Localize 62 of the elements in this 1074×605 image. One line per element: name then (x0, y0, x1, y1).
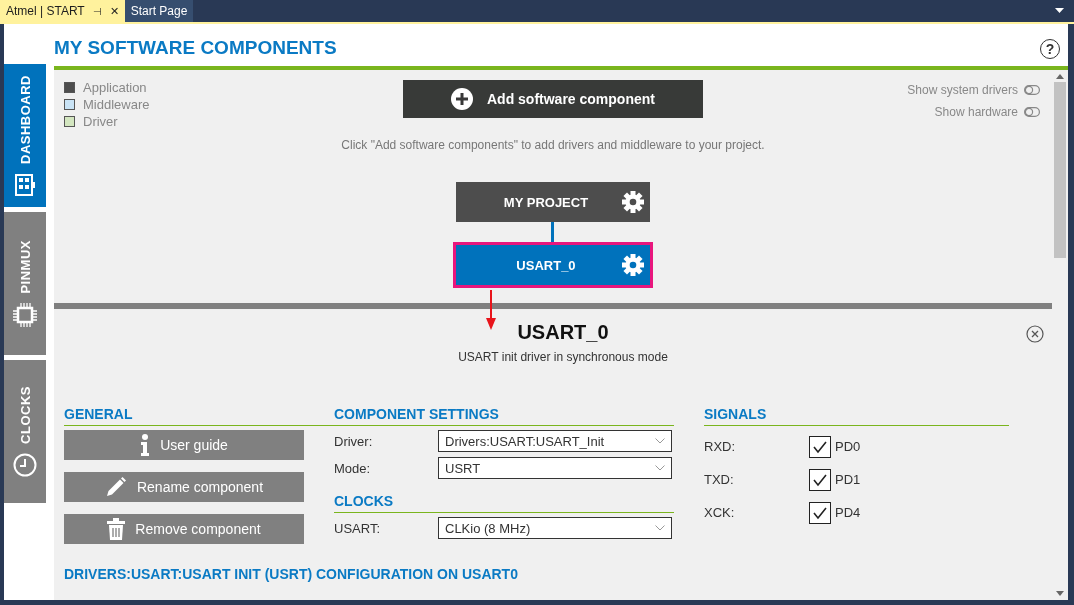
component-description: USART init driver in synchronous mode (458, 350, 668, 364)
close-icon[interactable] (1026, 325, 1044, 343)
diagram-icon (15, 174, 35, 196)
section-heading: DRIVERS:USART:USART INIT (USRT) CONFIGURATION ON USART0 (64, 566, 519, 582)
signal-label: XCK: (704, 505, 736, 520)
section-heading: SIGNALS (704, 406, 1009, 426)
toggle-switch[interactable] (1024, 85, 1040, 95)
clock-icon (13, 453, 37, 478)
component-node[interactable]: USART_0 (456, 245, 650, 285)
add-component-button[interactable]: Add software component (403, 80, 703, 118)
field-label: Driver: (334, 433, 374, 449)
pin-icon[interactable]: ⊣ (92, 5, 102, 17)
toggle-label: Show hardware (934, 105, 1018, 119)
caret-icon (655, 525, 665, 531)
section-heading: COMPONENT SETTINGS (334, 406, 674, 426)
signal-label: RXD: (704, 439, 737, 454)
scroll-up-icon[interactable] (1056, 74, 1064, 79)
section-heading: GENERAL (64, 406, 335, 426)
dropdown-field[interactable]: CLKio (8 MHz) (438, 517, 672, 539)
field-label: Mode: (334, 460, 372, 476)
settings-icon[interactable] (622, 254, 644, 276)
legend-label: Driver (83, 114, 118, 129)
page-title: MY SOFTWARE COMPONENTS (54, 36, 337, 59)
document-tab[interactable]: Start Page (124, 0, 194, 22)
pin-label: PD1 (835, 472, 861, 487)
field-label: USART: (334, 520, 381, 536)
action-button[interactable]: Remove component (64, 514, 304, 544)
action-button[interactable]: User guide (64, 430, 304, 460)
checkbox[interactable] (809, 435, 831, 458)
pin-label: PD0 (835, 439, 861, 454)
document-tab[interactable]: Atmel | START ⊣ ✕ (0, 0, 125, 22)
close-icon[interactable]: ✕ (109, 4, 119, 18)
pin-label: PD4 (835, 505, 861, 520)
info-icon (140, 434, 151, 456)
trash-icon (107, 518, 126, 540)
checkbox[interactable] (809, 468, 831, 491)
scrollbar[interactable] (1052, 70, 1068, 600)
signal-label: TXD: (704, 472, 735, 487)
plus-circle-icon (450, 88, 473, 110)
caret-icon (655, 465, 665, 471)
checkbox[interactable] (809, 501, 831, 524)
dropdown-field[interactable]: USRT (438, 457, 672, 479)
scroll-down-icon[interactable] (1056, 591, 1064, 596)
dropdown-field[interactable]: Drivers:USART:USART_Init (438, 430, 672, 452)
action-button[interactable]: Rename component (64, 472, 304, 502)
toggle-switch[interactable] (1024, 107, 1040, 117)
toggle-label: Show system drivers (907, 83, 1018, 97)
pencil-icon (104, 476, 127, 498)
sidebar-tab[interactable]: CLOCKS (4, 360, 46, 503)
dropdown-icon[interactable] (1055, 8, 1064, 14)
legend-label: Application (83, 80, 147, 95)
sidebar-tab[interactable]: DASHBOARD (4, 64, 46, 207)
caret-icon (655, 438, 665, 444)
legend-label: Middleware (83, 97, 150, 112)
component-title: USART_0 (517, 321, 609, 344)
chip-icon (13, 303, 37, 328)
annotation-arrow (486, 290, 496, 330)
hint-text: Click "Add software components" to add drivers and middleware to your project. (341, 138, 765, 152)
sidebar-tab[interactable]: PINMUX (4, 212, 46, 355)
project-node[interactable]: MY PROJECT (456, 182, 650, 222)
section-heading: CLOCKS (334, 493, 674, 513)
settings-icon[interactable] (622, 191, 644, 213)
